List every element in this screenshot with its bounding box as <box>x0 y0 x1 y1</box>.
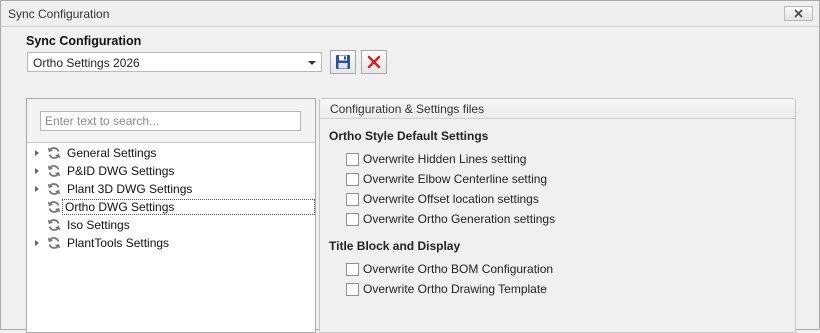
tree-item-label: General Settings <box>67 146 157 160</box>
sync-icon <box>47 201 61 213</box>
tree-item-iso-settings[interactable]: Iso Settings <box>27 216 315 234</box>
window-title: Sync Configuration <box>8 7 110 21</box>
settings-tree-panel: General Settings P&ID DWG Settings <box>26 98 316 333</box>
sync-icon <box>47 237 61 249</box>
floppy-disk-icon <box>336 55 350 69</box>
search-input[interactable] <box>40 111 301 131</box>
panel-header: Configuration & Settings files <box>320 99 795 119</box>
option-label: Overwrite Ortho Generation settings <box>363 212 556 226</box>
close-x-icon <box>794 9 803 18</box>
option-label: Overwrite Elbow Centerline setting <box>363 172 548 186</box>
group-title-ortho-style: Ortho Style Default Settings <box>329 129 489 143</box>
group-title-title-block: Title Block and Display <box>329 239 461 253</box>
option-overwrite-ortho-generation[interactable]: Overwrite Ortho Generation settings <box>346 211 555 227</box>
checkbox[interactable] <box>346 282 359 296</box>
option-label: Overwrite Ortho Drawing Template <box>363 282 547 296</box>
option-label: Overwrite Hidden Lines setting <box>363 152 527 166</box>
checkbox[interactable] <box>346 152 359 166</box>
tree-item-ortho-dwg-settings[interactable]: Ortho DWG Settings <box>27 198 315 216</box>
option-label: Overwrite Offset location settings <box>363 192 539 206</box>
checkbox[interactable] <box>346 192 359 206</box>
configuration-dropdown-value: Ortho Settings 2026 <box>33 56 140 70</box>
tree-item-plant3d-dwg-settings[interactable]: Plant 3D DWG Settings <box>27 180 315 198</box>
config-heading: Sync Configuration <box>26 34 142 48</box>
title-bar: Sync Configuration <box>1 1 819 27</box>
panel-header-title: Configuration & Settings files <box>330 102 485 116</box>
sync-icon <box>47 219 61 231</box>
sync-configuration-window: Sync Configuration Sync Configuration Or… <box>0 0 820 333</box>
tree-item-pid-dwg-settings[interactable]: P&ID DWG Settings <box>27 162 315 180</box>
option-overwrite-ortho-drawing-template[interactable]: Overwrite Ortho Drawing Template <box>346 281 547 297</box>
option-overwrite-elbow-centerline[interactable]: Overwrite Elbow Centerline setting <box>346 171 547 187</box>
expand-arrow-icon[interactable] <box>35 168 39 174</box>
tree-item-planttools-settings[interactable]: PlantTools Settings <box>27 234 315 252</box>
tree-item-label: PlantTools Settings <box>67 236 170 250</box>
option-overwrite-offset-location[interactable]: Overwrite Offset location settings <box>346 191 539 207</box>
tree-item-label: Plant 3D DWG Settings <box>67 182 193 196</box>
option-overwrite-ortho-bom[interactable]: Overwrite Ortho BOM Configuration <box>346 261 553 277</box>
expand-arrow-icon[interactable] <box>35 240 39 246</box>
tree-item-general-settings[interactable]: General Settings <box>27 144 315 162</box>
tree-item-label: Iso Settings <box>67 218 130 232</box>
tree-item-label: Ortho DWG Settings <box>62 199 315 215</box>
chevron-down-icon[interactable] <box>308 61 316 65</box>
search-bar <box>27 99 315 143</box>
save-button[interactable] <box>330 50 356 74</box>
checkbox[interactable] <box>346 262 359 276</box>
sync-icon <box>47 147 61 159</box>
sync-icon <box>47 183 61 195</box>
sync-icon <box>47 165 61 177</box>
option-label: Overwrite Ortho BOM Configuration <box>363 262 554 276</box>
settings-tree: General Settings P&ID DWG Settings Plant… <box>27 144 315 252</box>
expand-arrow-icon[interactable] <box>35 186 39 192</box>
delete-button[interactable] <box>361 50 387 74</box>
tree-item-label: P&ID DWG Settings <box>67 164 175 178</box>
checkbox[interactable] <box>346 172 359 186</box>
red-x-icon <box>367 55 381 69</box>
close-button[interactable] <box>784 6 813 21</box>
checkbox[interactable] <box>346 212 359 226</box>
configuration-dropdown[interactable]: Ortho Settings 2026 <box>27 52 322 72</box>
option-overwrite-hidden-lines[interactable]: Overwrite Hidden Lines setting <box>346 151 526 167</box>
settings-detail-panel: Configuration & Settings files Ortho Sty… <box>319 98 796 333</box>
expand-arrow-icon[interactable] <box>35 150 39 156</box>
